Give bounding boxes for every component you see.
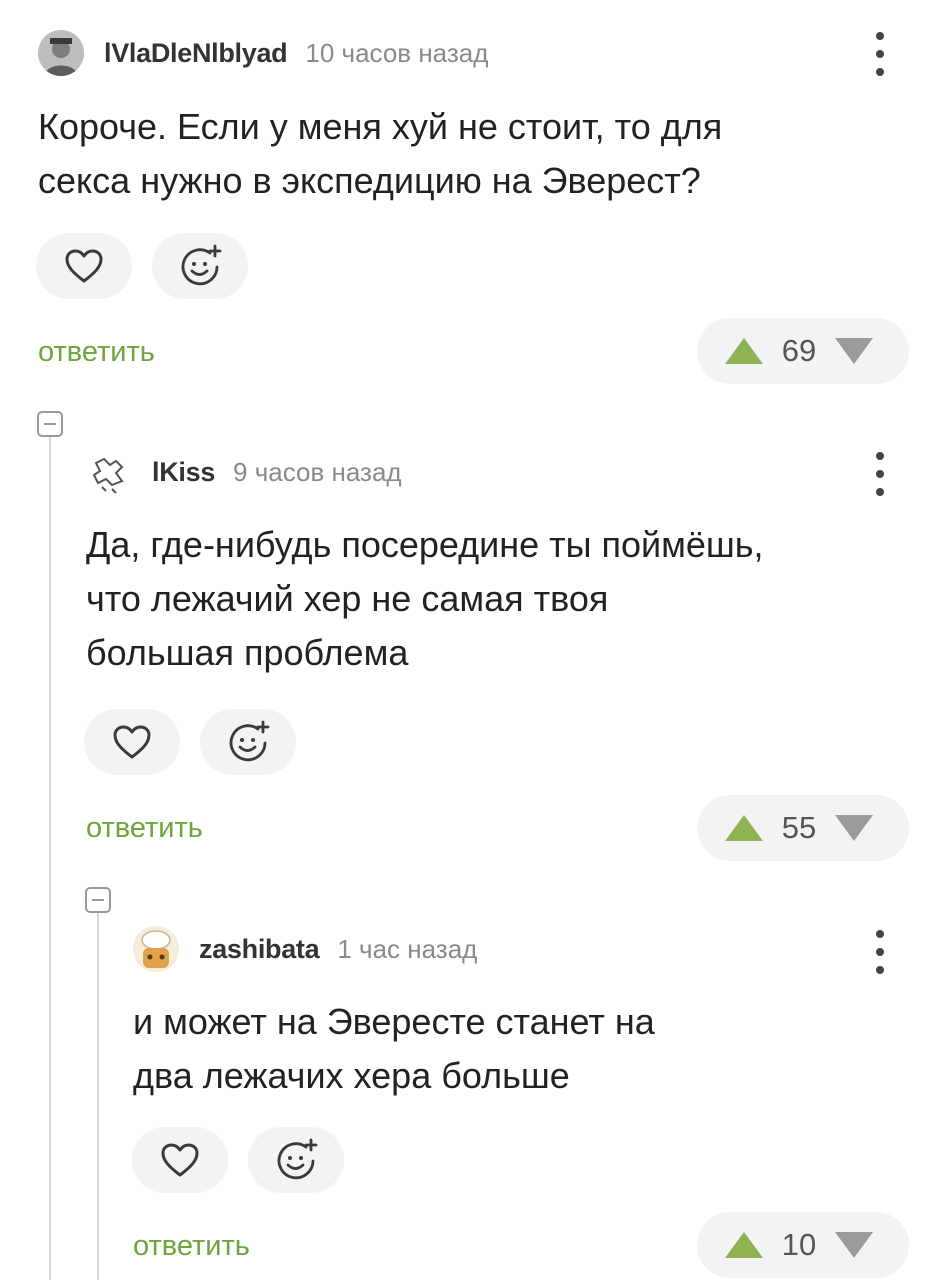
downvote-arrow-icon[interactable] (833, 813, 875, 843)
rating-value: 69 (781, 333, 817, 368)
emoji-add-icon (181, 244, 222, 286)
avatar[interactable] (38, 30, 84, 76)
like-button[interactable] (84, 709, 180, 775)
user-photo-icon (38, 30, 84, 76)
like-button[interactable] (132, 1127, 228, 1193)
comment-header: lKiss 9 часов назад (86, 449, 402, 495)
comment-text-line: что лежачий хер не самая твоя (86, 578, 609, 619)
upvote-arrow-icon[interactable] (723, 336, 765, 366)
sketch-avatar-icon (92, 457, 124, 494)
comment-text-line: Да, где-нибудь посередине ты поймёшь, (86, 524, 764, 565)
reply-link[interactable]: ответить (86, 812, 203, 845)
comment-2: lKiss 9 часов назад Да, где-нибудь посер… (0, 440, 945, 880)
collapse-minus-icon[interactable] (85, 887, 111, 913)
collapse-minus-icon[interactable] (37, 411, 63, 437)
avatar[interactable] (133, 926, 179, 972)
add-reaction-button[interactable] (248, 1127, 344, 1193)
more-vertical-icon[interactable] (874, 930, 886, 974)
comment-header: zashibata 1 час назад (133, 926, 477, 972)
more-vertical-icon[interactable] (874, 32, 886, 76)
comment-text: Да, где-нибудь посередине ты поймёшь, чт… (86, 518, 764, 680)
add-reaction-button[interactable] (152, 233, 248, 299)
rating-box: 10 (697, 1212, 909, 1278)
comment-text-line: и может на Эвересте станет на (133, 1001, 655, 1042)
rating-value: 55 (781, 810, 817, 845)
downvote-arrow-icon[interactable] (833, 336, 875, 366)
upvote-arrow-icon[interactable] (723, 813, 765, 843)
rating-value: 10 (781, 1227, 817, 1262)
more-vertical-icon[interactable] (874, 452, 886, 496)
username[interactable]: lVlaDleNlblyad (104, 38, 288, 69)
comment-text-line: два лежачих хера больше (133, 1055, 570, 1096)
avatar[interactable] (86, 449, 132, 495)
emoji-add-icon (229, 720, 270, 762)
heart-icon (161, 1143, 199, 1177)
username[interactable]: lKiss (152, 457, 215, 488)
add-reaction-button[interactable] (200, 709, 296, 775)
comment-3: zashibata 1 час назад и может на Эверест… (0, 918, 945, 1280)
reply-link[interactable]: ответить (38, 336, 155, 369)
cartoon-avatar-icon (133, 926, 179, 972)
comment-time[interactable]: 9 часов назад (233, 457, 402, 488)
comment-1: lVlaDleNlblyad 10 часов назад Короче. Ес… (0, 0, 945, 400)
comment-text-line: большая проблема (86, 632, 409, 673)
heart-icon (65, 249, 103, 283)
comment-text: и может на Эвересте станет на два лежачи… (133, 995, 655, 1103)
comment-text-line: секса нужно в экспедицию на Эверест? (38, 160, 701, 201)
comment-time[interactable]: 10 часов назад (305, 38, 488, 69)
like-button[interactable] (36, 233, 132, 299)
comment-time[interactable]: 1 час назад (337, 934, 477, 965)
downvote-arrow-icon[interactable] (833, 1230, 875, 1260)
upvote-arrow-icon[interactable] (723, 1230, 765, 1260)
rating-box: 55 (697, 795, 909, 861)
emoji-add-icon (277, 1138, 318, 1180)
comment-text-line: Короче. Если у меня хуй не стоит, то для (38, 106, 723, 147)
comment-text: Короче. Если у меня хуй не стоит, то для… (38, 100, 722, 208)
comment-header: lVlaDleNlblyad 10 часов назад (38, 30, 488, 76)
rating-box: 69 (697, 318, 909, 384)
username[interactable]: zashibata (199, 934, 320, 965)
reply-link[interactable]: ответить (133, 1230, 250, 1263)
heart-icon (113, 725, 151, 759)
